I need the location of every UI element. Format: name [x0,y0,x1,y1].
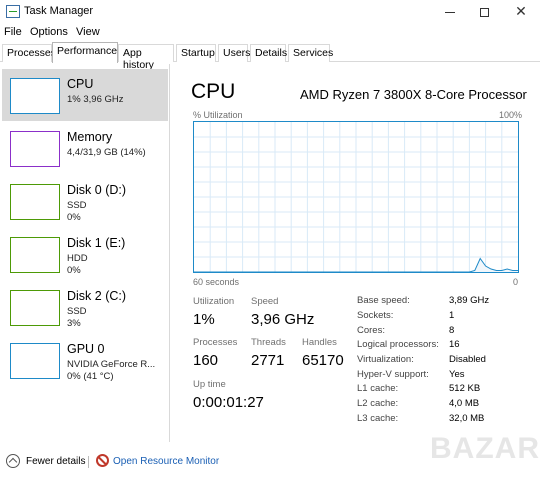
speed-label: Speed [251,296,279,307]
sidebar-item-memory[interactable]: Memory 4,4/31,9 GB (14%) [2,122,168,174]
tab-startup[interactable]: Startup [176,44,216,62]
open-resource-monitor-link[interactable]: Open Resource Monitor [113,456,219,467]
graph-x-label: 60 seconds [193,277,240,287]
minimize-icon [445,11,455,13]
gpu-thumbnail-graph [10,343,60,379]
cpu-utilization-graph [193,121,519,273]
sidebar-item-detail: SSD [67,200,87,211]
minimize-button[interactable] [432,0,468,24]
tab-users[interactable]: Users [218,44,250,62]
menu-options[interactable]: Options [30,26,68,38]
spec-value: 4,0 MB [449,398,480,409]
processes-value: 160 [193,352,219,369]
menu-bar: File Options View [0,24,540,41]
spec-label: Sockets: [357,310,394,321]
footer-separator [88,456,89,468]
sidebar-item-detail: 0% [67,212,81,223]
handles-value: 65170 [302,352,344,369]
sidebar-item-detail: SSD [67,306,87,317]
sidebar-item-label: Disk 2 (C:) [67,289,127,303]
sidebar-item-label: Memory [67,130,113,144]
utilization-value: 1% [193,311,215,328]
handles-label: Handles [302,337,337,348]
task-manager-icon [6,5,20,18]
sidebar-item-label: GPU 0 [67,342,105,356]
utilization-label: Utilization [193,296,235,307]
sidebar-item-detail: 0% (41 °C) [67,371,114,382]
chevron-up-icon[interactable] [6,454,20,468]
spec-label: Base speed: [357,295,410,306]
disk-thumbnail-graph [10,237,60,273]
sidebar-item-detail: HDD [67,253,88,264]
sidebar-item-detail: 4,4/31,9 GB (14%) [67,147,146,158]
spec-label: Logical processors: [357,339,439,350]
spec-value: 16 [449,339,460,350]
watermark-logo: BAZAR [430,432,540,465]
sidebar-item-label: CPU [67,77,94,91]
spec-value: 32,0 MB [449,413,485,424]
window-title: Task Manager [24,5,94,17]
threads-label: Threads [251,337,286,348]
menu-view[interactable]: View [76,26,100,38]
disk-thumbnail-graph [10,184,60,220]
performance-sidebar: CPU 1% 3,96 GHz Memory 4,4/31,9 GB (14%)… [0,64,170,442]
spec-value: Disabled [449,354,486,365]
sidebar-item-detail: 3% [67,318,81,329]
spec-value: 1 [449,310,455,321]
spec-value: Yes [449,369,465,380]
tab-details[interactable]: Details [250,44,287,62]
processes-label: Processes [193,337,238,348]
close-button[interactable]: ✕ [503,0,539,24]
maximize-button[interactable] [466,0,502,24]
sidebar-item-gpu-0[interactable]: GPU 0 NVIDIA GeForce R... 0% (41 °C) [2,334,168,386]
sidebar-item-detail: NVIDIA GeForce R... [67,359,156,370]
spec-value: 3,89 GHz [449,295,490,306]
graph-y-max-label: 100% [499,110,523,120]
spec-value: 8 [449,325,455,336]
tab-processes[interactable]: Processes [2,44,56,62]
speed-value: 3,96 GHz [251,311,315,328]
sidebar-item-label: Disk 0 (D:) [67,183,127,197]
cpu-thumbnail-graph [10,78,60,114]
sidebar-item-cpu[interactable]: CPU 1% 3,96 GHz [2,69,168,121]
maximize-icon [479,7,489,17]
tab-services[interactable]: Services [288,44,333,62]
spec-label: Virtualization: [357,354,414,365]
threads-value: 2771 [251,352,285,369]
tab-app-history[interactable]: App history [118,44,174,71]
spec-label: L2 cache: [357,398,399,409]
tab-performance[interactable]: Performance [52,42,118,63]
sidebar-item-detail: 0% [67,265,81,276]
disk-thumbnail-graph [10,290,60,326]
processor-name: AMD Ryzen 7 3800X 8-Core Processor [300,87,527,102]
menu-file[interactable]: File [4,26,22,38]
memory-thumbnail-graph [10,131,60,167]
fewer-details-link[interactable]: Fewer details [26,456,85,467]
graph-x-end-label: 0 [513,277,519,287]
resource-monitor-icon[interactable] [96,454,109,467]
close-icon: ✕ [515,3,527,19]
spec-label: Cores: [357,325,385,336]
sidebar-item-detail: 1% 3,96 GHz [67,94,124,105]
spec-label: L3 cache: [357,413,399,424]
sidebar-item-label: Disk 1 (E:) [67,236,126,250]
cpu-utilization-chart [194,122,518,272]
graph-y-label: % Utilization [193,110,243,120]
page-title: CPU [191,80,236,103]
spec-value: 512 KB [449,383,481,394]
title-bar: Task Manager ✕ [0,0,540,24]
sidebar-item-disk-0[interactable]: Disk 0 (D:) SSD 0% [2,175,168,227]
sidebar-item-disk-2[interactable]: Disk 2 (C:) SSD 3% [2,281,168,333]
tab-bar: Processes Performance App history Startu… [0,42,540,71]
uptime-value: 0:00:01:27 [193,394,264,411]
spec-label: Hyper-V support: [357,369,429,380]
sidebar-item-disk-1[interactable]: Disk 1 (E:) HDD 0% [2,228,168,280]
spec-label: L1 cache: [357,383,399,394]
uptime-label: Up time [193,379,226,390]
